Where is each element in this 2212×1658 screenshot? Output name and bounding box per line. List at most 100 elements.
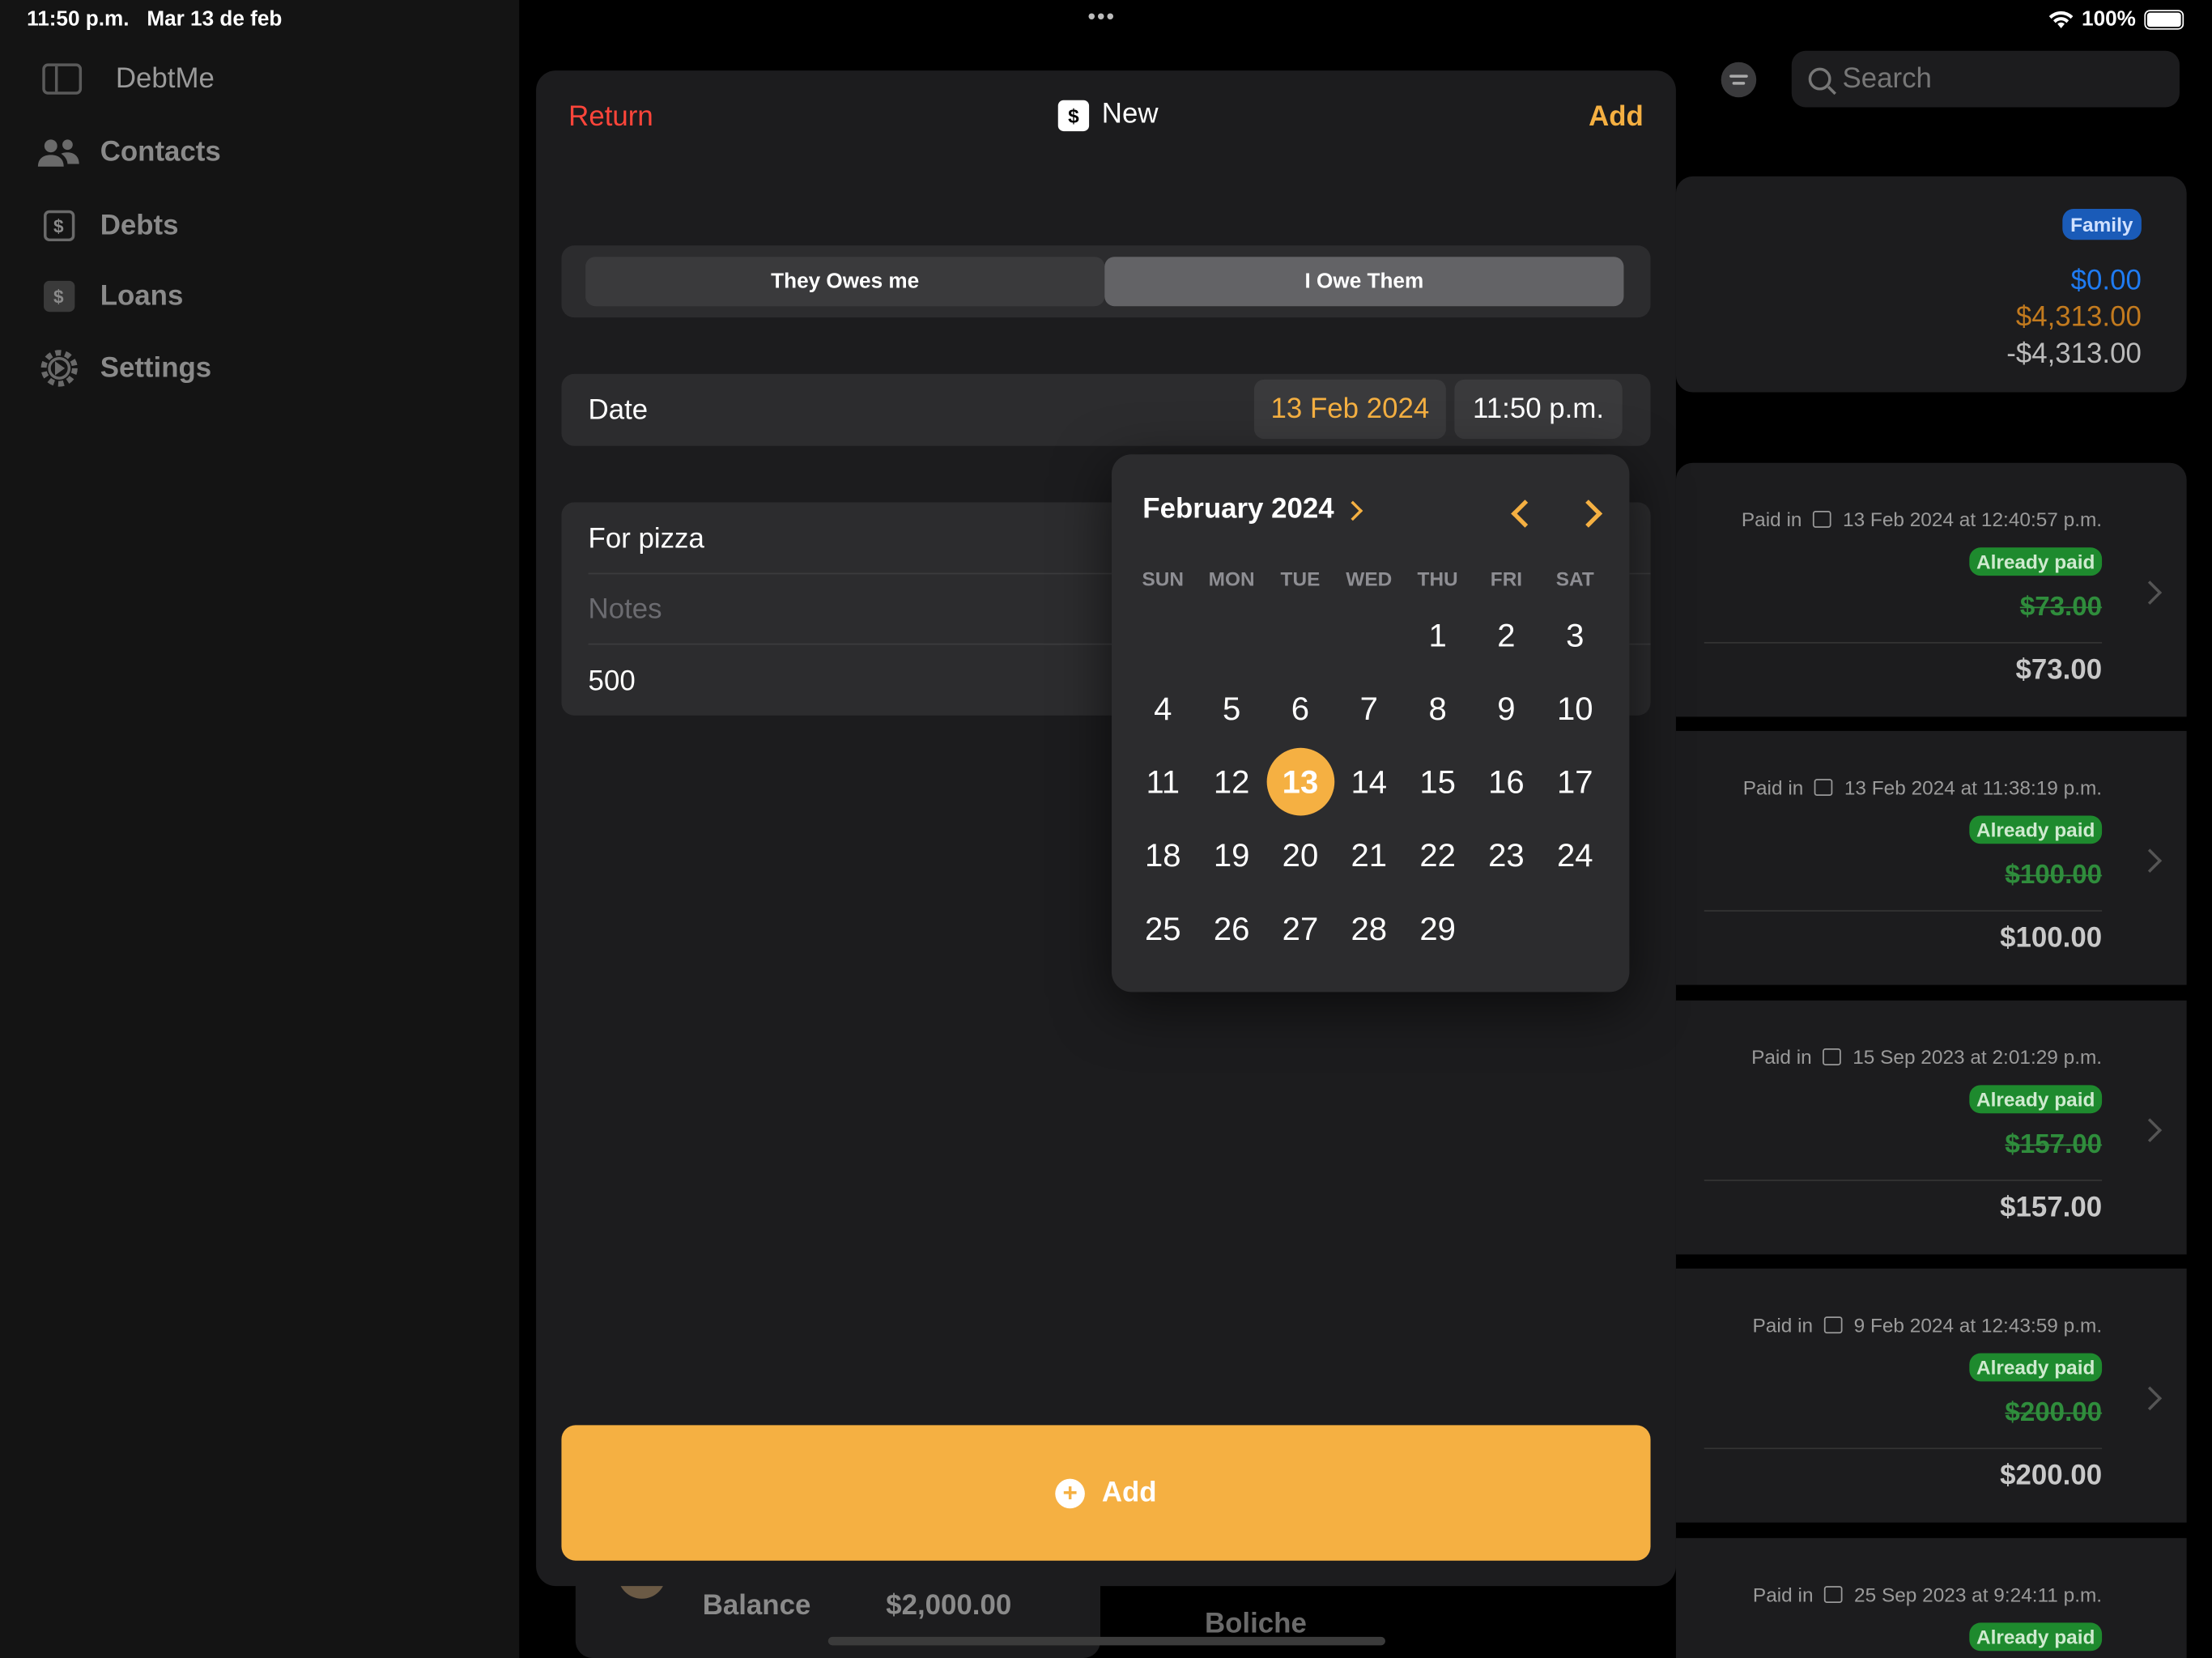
- search-input[interactable]: Search: [1791, 50, 2180, 108]
- home-indicator: [827, 1636, 1385, 1646]
- calendar-day[interactable]: 29: [1403, 892, 1472, 966]
- payment-row[interactable]: Paid in 13 Feb 2024 at 12:40:57 p.m. Alre…: [1675, 462, 2187, 717]
- payment-row[interactable]: Paid in 25 Sep 2023 at 9:24:11 p.m. Alrea…: [1675, 1537, 2187, 1658]
- date-picker-button[interactable]: 13 Feb 2024: [1253, 379, 1446, 440]
- return-button[interactable]: Return: [568, 101, 653, 134]
- add-nav-button[interactable]: Add: [1589, 101, 1644, 134]
- calendar-day[interactable]: 11: [1129, 745, 1197, 818]
- chevron-right-icon: [2138, 1386, 2163, 1411]
- calendar-day[interactable]: 9: [1472, 672, 1541, 746]
- weekday-label: THU: [1417, 567, 1458, 590]
- weekday-label: WED: [1346, 567, 1393, 590]
- status-time: 11:50 p.m. Mar 13 de feb: [27, 6, 283, 32]
- calendar-day[interactable]: 8: [1403, 672, 1472, 746]
- paid-date-line: Paid in 13 Feb 2024 at 12:40:57 p.m.: [1741, 508, 2103, 531]
- calendar-empty-cell: [1266, 598, 1335, 672]
- amount-field[interactable]: 500: [589, 666, 636, 699]
- calendar-clock-icon: [1824, 1316, 1843, 1334]
- calendar-day[interactable]: 1: [1403, 598, 1472, 672]
- battery-percent: 100%: [2082, 6, 2136, 32]
- payment-amount: $200.00: [2000, 1460, 2103, 1492]
- calendar-day[interactable]: 28: [1334, 892, 1403, 966]
- paid-date-line: Paid in 13 Feb 2024 at 11:38:19 p.m.: [1742, 776, 2103, 799]
- weekday-label: SUN: [1142, 567, 1185, 590]
- battery-icon: [2144, 9, 2184, 29]
- title-field[interactable]: For pizza: [589, 524, 704, 556]
- weekday-label: TUE: [1280, 567, 1321, 590]
- filter-icon[interactable]: [1721, 62, 1757, 98]
- calendar-day[interactable]: 23: [1472, 818, 1541, 892]
- calendar-day[interactable]: 26: [1197, 892, 1266, 966]
- calendar-grid: 1 2 3 4 5 6 7 8 9 10 11 12 13 14 15 16 17 18 19 20 21 22 23 24 2…: [1129, 598, 1610, 965]
- sidebar-item-settings[interactable]: Settings: [36, 350, 211, 387]
- add-button[interactable]: + Add: [561, 1425, 1651, 1561]
- balance-label: Balance: [702, 1590, 811, 1622]
- weekday-label: MON: [1208, 567, 1255, 590]
- sidebar-toggle-icon[interactable]: [42, 63, 83, 95]
- status-badge: Already paid: [1969, 815, 2103, 844]
- dollar-icon: $: [36, 209, 80, 243]
- multitasking-dots-icon[interactable]: •••: [1087, 6, 1116, 31]
- calendar-day[interactable]: 19: [1197, 818, 1266, 892]
- calendar-empty-cell: [1129, 598, 1197, 672]
- calendar-day[interactable]: 5: [1197, 672, 1266, 746]
- calendar-day[interactable]: 25: [1129, 892, 1197, 966]
- dollar-icon: $: [1057, 99, 1090, 131]
- calendar-day[interactable]: 4: [1129, 672, 1197, 746]
- original-amount: $73.00: [2019, 593, 2103, 623]
- segment-they-owe-me[interactable]: They Owes me: [585, 257, 1105, 307]
- payment-row[interactable]: Paid in 15 Sep 2023 at 2:01:29 p.m. Alrea…: [1675, 1000, 2187, 1255]
- screen: DebtMe Contacts $ Debts $ Loans Settings…: [0, 0, 2212, 1658]
- calendar-day[interactable]: 24: [1541, 818, 1610, 892]
- app-title: DebtMe: [115, 63, 215, 95]
- calendar-day[interactable]: 2: [1472, 598, 1541, 672]
- notes-field[interactable]: Notes: [589, 594, 662, 627]
- status-badge: Already paid: [1969, 1353, 2103, 1382]
- calendar-day[interactable]: 16: [1472, 745, 1541, 818]
- calendar-day[interactable]: 20: [1266, 818, 1335, 892]
- segment-i-owe-them[interactable]: I Owe Them: [1104, 257, 1624, 307]
- calendar-day[interactable]: 21: [1334, 818, 1403, 892]
- calendar-day[interactable]: 17: [1541, 745, 1610, 818]
- date-picker-popover: February 2024 SUN MON TUE WED THU FRI SAT 1234…: [1111, 454, 1630, 993]
- calendar-day[interactable]: 10: [1541, 672, 1610, 746]
- payment-amount: $157.00: [2000, 1192, 2103, 1224]
- amount-owed: $4,313.00: [2015, 301, 2142, 334]
- calendar-clock-icon: [1823, 1048, 1842, 1065]
- previous-month-button[interactable]: [1501, 494, 1538, 530]
- time-picker-button[interactable]: 11:50 p.m.: [1454, 379, 1623, 440]
- calendar-clock-icon: [1814, 779, 1833, 797]
- month-selector[interactable]: February 2024: [1142, 494, 1363, 526]
- payment-amount: $100.00: [2000, 922, 2103, 954]
- calendar-day[interactable]: 7: [1334, 672, 1403, 746]
- calendar-day[interactable]: 14: [1334, 745, 1403, 818]
- calendar-empty-cell: [1197, 598, 1266, 672]
- date-label: Date: [588, 395, 649, 427]
- calendar-day[interactable]: 18: [1129, 818, 1197, 892]
- calendar-day[interactable]: 3: [1541, 598, 1610, 672]
- calendar-empty-cell: [1334, 598, 1403, 672]
- calendar-day-selected[interactable]: 13: [1266, 745, 1335, 818]
- original-amount: $200.00: [2005, 1398, 2103, 1428]
- calendar-day[interactable]: 27: [1266, 892, 1335, 966]
- sidebar-item-contacts[interactable]: Contacts: [36, 135, 221, 169]
- balance-value: $2,000.00: [886, 1590, 1012, 1622]
- plus-circle-icon: +: [1055, 1477, 1085, 1508]
- payment-row[interactable]: Paid in 13 Feb 2024 at 11:38:19 p.m. Alre…: [1675, 730, 2187, 985]
- calendar-day[interactable]: 6: [1266, 672, 1335, 746]
- chevron-right-icon: [2138, 580, 2163, 605]
- payment-row[interactable]: Paid in 9 Feb 2024 at 12:43:59 p.m. Alrea…: [1675, 1268, 2187, 1523]
- calendar-day[interactable]: 15: [1403, 745, 1472, 818]
- summary-card[interactable]: Family $0.00 $4,313.00 -$4,313.00: [1675, 176, 2187, 393]
- weekday-label: SAT: [1555, 567, 1594, 590]
- sheet-title: $ New: [1057, 99, 1158, 131]
- original-amount: $157.00: [2005, 1130, 2103, 1160]
- dollar-icon: $: [36, 279, 80, 313]
- sidebar-item-loans[interactable]: $ Loans: [36, 279, 183, 313]
- calendar-clock-icon: [1824, 1586, 1844, 1604]
- sidebar-item-debts[interactable]: $ Debts: [36, 209, 179, 243]
- calendar-day[interactable]: 12: [1197, 745, 1266, 818]
- calendar-day[interactable]: 22: [1403, 818, 1472, 892]
- next-month-button[interactable]: [1574, 494, 1610, 530]
- search-placeholder: Search: [1842, 62, 1932, 94]
